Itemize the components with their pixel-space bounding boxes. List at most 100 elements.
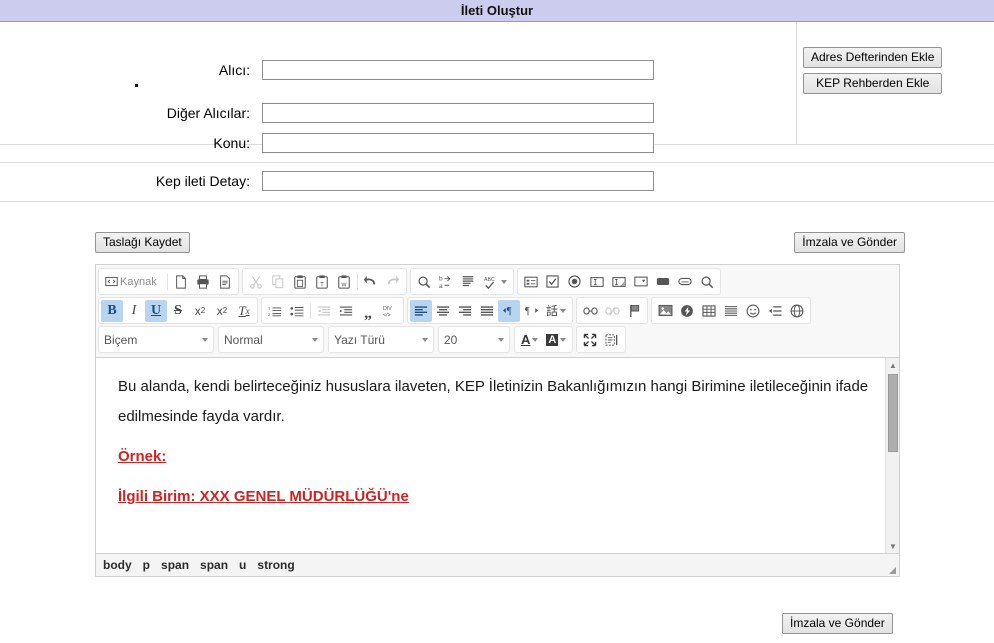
select-all-button[interactable]: [457, 271, 479, 293]
numbered-list-button[interactable]: 1 2: [264, 300, 286, 322]
superscript-button[interactable]: x2: [211, 300, 233, 322]
format-combo[interactable]: Normal: [218, 326, 324, 353]
show-blocks-button[interactable]: [601, 329, 623, 351]
taslagi-kaydet-button[interactable]: Taslağı Kaydet: [95, 232, 190, 253]
source-button[interactable]: Kaynak: [101, 271, 165, 293]
radio-button[interactable]: [564, 271, 586, 293]
image-button[interactable]: [654, 300, 676, 322]
toolbar-group-tools: [576, 326, 627, 353]
iframe-button[interactable]: [786, 300, 808, 322]
align-justify-button[interactable]: [476, 300, 498, 322]
adres-defterinden-ekle-button[interactable]: Adres Defterinden Ekle: [803, 47, 943, 68]
diger-alicilar-input[interactable]: [262, 103, 654, 123]
editor-paragraph-intro[interactable]: Bu alanda, kendi belirteceğiniz hususlar…: [118, 372, 871, 432]
special-char-button[interactable]: [764, 300, 786, 322]
spellcheck-button[interactable]: ABC: [479, 271, 511, 293]
language-button[interactable]: 話: [542, 300, 570, 322]
imzala-ve-gonder-bottom-button[interactable]: İmzala ve Gönder: [782, 613, 893, 634]
new-page-icon: [175, 274, 186, 289]
chevron-down-icon: [498, 337, 504, 342]
blockquote-button[interactable]: „: [357, 297, 379, 325]
form-button[interactable]: [520, 271, 542, 293]
path-element-u[interactable]: u: [239, 558, 246, 572]
find-button[interactable]: [413, 271, 435, 293]
toolbar-group-insert: [651, 297, 812, 324]
kep-detail-panel: Kep ileti Detay:: [0, 162, 994, 202]
image-icon: [658, 304, 672, 317]
indent-button[interactable]: [335, 300, 357, 322]
paste-word-button[interactable]: W: [333, 271, 355, 293]
horizontal-rule-button[interactable]: [720, 300, 742, 322]
text-color-button[interactable]: A: [517, 329, 542, 351]
styles-combo[interactable]: Biçem: [98, 326, 214, 353]
imzala-ve-gonder-top-button[interactable]: İmzala ve Gönder: [794, 232, 905, 253]
cut-button[interactable]: [245, 271, 267, 293]
subscript-button[interactable]: x2: [189, 300, 211, 322]
image-button-button[interactable]: [674, 271, 696, 293]
path-element-span-2[interactable]: span: [200, 558, 228, 572]
select-field-button[interactable]: [630, 271, 652, 293]
link-button[interactable]: [579, 300, 601, 322]
replace-button[interactable]: b a: [435, 271, 457, 293]
bold-button[interactable]: B: [101, 299, 123, 322]
direction-ltr-button[interactable]: ¶: [498, 299, 520, 322]
checkbox-button[interactable]: [542, 271, 564, 293]
new-page-button[interactable]: [170, 271, 192, 293]
bulleted-list-button[interactable]: [286, 300, 308, 322]
create-div-button[interactable]: DIV </>: [379, 300, 401, 322]
editor-scrollbar[interactable]: ▲ ▼: [885, 358, 899, 553]
flash-button[interactable]: [676, 300, 698, 322]
preview-button[interactable]: [192, 271, 214, 293]
editor-content-area[interactable]: Bu alanda, kendi belirteceğiniz hususlar…: [96, 358, 899, 554]
show-blocks-icon: [605, 333, 618, 346]
underline-button[interactable]: U: [145, 299, 167, 322]
toolbar-group-clipboard: T W: [241, 268, 407, 295]
italic-button[interactable]: I: [123, 300, 145, 322]
path-element-strong[interactable]: strong: [257, 558, 294, 572]
redo-button[interactable]: [382, 271, 404, 293]
paste-text-button[interactable]: T: [311, 271, 333, 293]
maximize-button[interactable]: [579, 329, 601, 351]
align-left-button[interactable]: [410, 299, 432, 322]
smiley-icon: [746, 304, 760, 317]
strikethrough-button[interactable]: S: [167, 300, 189, 322]
align-right-button[interactable]: [454, 300, 476, 322]
field-row-konu: Konu:: [100, 133, 654, 153]
scrollbar-thumb[interactable]: [888, 374, 898, 452]
path-element-span-1[interactable]: span: [161, 558, 189, 572]
scroll-up-arrow-icon[interactable]: ▲: [886, 358, 899, 372]
scroll-down-arrow-icon[interactable]: ▼: [886, 539, 899, 553]
editor-paragraph-ilgili-birim[interactable]: İlgili Birim: XXX GENEL MÜDÜRLÜĞÜ'ne: [118, 482, 871, 512]
alici-input[interactable]: [262, 60, 654, 80]
textarea-button[interactable]: [608, 271, 630, 293]
select-field-icon: [634, 276, 648, 287]
editor-resize-handle[interactable]: [889, 567, 896, 574]
unlink-button[interactable]: [601, 300, 623, 322]
table-button[interactable]: [698, 300, 720, 322]
paste-button[interactable]: [289, 271, 311, 293]
undo-button[interactable]: [360, 271, 382, 293]
kep-detay-input[interactable]: [262, 171, 654, 191]
text-field-button[interactable]: [586, 271, 608, 293]
page-header: İleti Oluştur: [0, 0, 994, 22]
remove-format-button[interactable]: Tx: [233, 300, 255, 322]
scissors-icon: [249, 275, 262, 289]
copy-button[interactable]: [267, 271, 289, 293]
kep-rehberden-ekle-button[interactable]: KEP Rehberden Ekle: [803, 73, 943, 94]
path-element-body[interactable]: body: [103, 558, 132, 572]
anchor-button[interactable]: [623, 300, 645, 322]
outdent-button[interactable]: [313, 300, 335, 322]
align-center-button[interactable]: [432, 300, 454, 322]
path-element-p[interactable]: p: [143, 558, 150, 572]
hidden-field-button[interactable]: [696, 271, 718, 293]
font-combo[interactable]: Yazı Türü: [328, 326, 434, 353]
templates-button[interactable]: [214, 271, 236, 293]
button-field-button[interactable]: [652, 271, 674, 293]
konu-input[interactable]: [262, 133, 654, 153]
background-color-button[interactable]: A: [542, 329, 570, 351]
editable-document[interactable]: Bu alanda, kendi belirteceğiniz hususlar…: [96, 358, 899, 512]
smiley-button[interactable]: [742, 300, 764, 322]
editor-paragraph-ornek[interactable]: Örnek:: [118, 442, 871, 472]
direction-rtl-button[interactable]: ¶: [520, 300, 542, 322]
fontsize-combo[interactable]: 20: [438, 326, 510, 353]
